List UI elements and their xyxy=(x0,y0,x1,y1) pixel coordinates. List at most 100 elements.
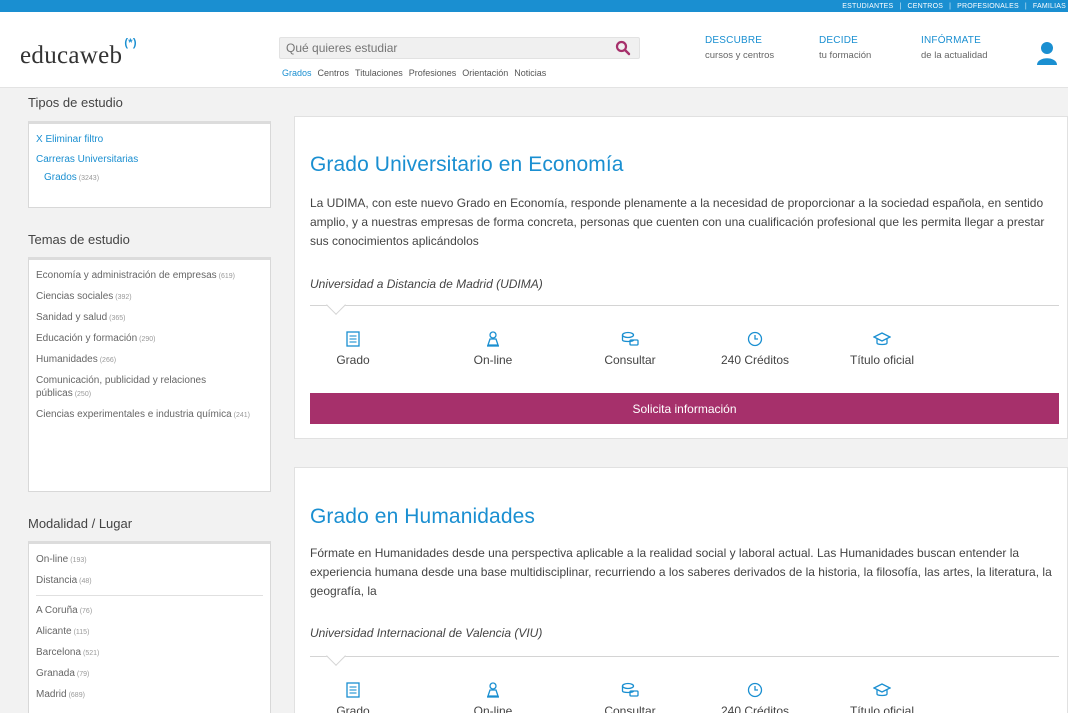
person-icon xyxy=(438,331,548,347)
search-icon[interactable] xyxy=(615,40,631,56)
document-icon xyxy=(298,331,408,347)
search-box xyxy=(279,37,640,59)
filter-count: (3243) xyxy=(78,175,100,182)
filter-count: (48) xyxy=(79,578,92,585)
result-institution: Universidad a Distancia de Madrid (UDIMA… xyxy=(310,277,543,291)
clock-icon xyxy=(700,331,810,347)
result-card: Grado en Humanidades Fórmate en Humanida… xyxy=(294,467,1068,713)
filter-lugar-barcelona[interactable]: Barcelona (521) xyxy=(36,646,263,660)
filter-count: (619) xyxy=(218,273,235,280)
clock-icon xyxy=(700,682,810,698)
filter-label: Comunicación, publicidad y relaciones pú… xyxy=(36,375,207,399)
filter-tema-humanidades[interactable]: Humanidades (266) xyxy=(36,353,263,367)
feature-credits: 240 Créditos xyxy=(700,682,810,713)
separator: | xyxy=(1024,2,1027,10)
filter-count: (193) xyxy=(70,557,87,564)
feature-label: On-line xyxy=(473,704,513,713)
divider-notch xyxy=(326,295,346,315)
tab-grados[interactable]: Grados xyxy=(282,68,312,78)
divider xyxy=(36,595,263,596)
feature-type: Grado xyxy=(298,331,408,367)
filter-box-temas: Economía y administración de empresas (61… xyxy=(28,257,271,492)
nav-subtitle: tu formación xyxy=(819,50,872,61)
filter-count: (521) xyxy=(83,650,100,657)
feature-label: On-line xyxy=(473,353,513,367)
filter-count: (392) xyxy=(115,294,132,301)
result-card: Grado Universitario en Economía La UDIMA… xyxy=(294,116,1068,439)
filter-label: Granada xyxy=(36,668,75,679)
filter-tema-sanidad[interactable]: Sanidad y salud (365) xyxy=(36,311,263,325)
divider xyxy=(310,305,1059,306)
nav-decide[interactable]: DECIDE tu formación xyxy=(819,35,871,61)
filter-label: Economía y administración de empresas xyxy=(36,270,217,281)
tab-noticias[interactable]: Noticias xyxy=(514,68,546,78)
feature-official: Título oficial xyxy=(827,682,937,713)
filter-count: (250) xyxy=(74,391,92,398)
nav-descubre[interactable]: DESCUBRE cursos y centros xyxy=(705,35,774,61)
filter-lugar-alicante[interactable]: Alicante (115) xyxy=(36,625,263,639)
filter-count: (266) xyxy=(99,357,117,364)
tab-orientacion[interactable]: Orientación xyxy=(462,68,508,78)
tab-profesiones[interactable]: Profesiones xyxy=(409,68,457,78)
top-link-professionals[interactable]: PROFESIONALES xyxy=(957,3,1019,10)
filter-tema-comunicacion[interactable]: Comunicación, publicidad y relaciones pú… xyxy=(36,374,263,401)
filter-lugar-madrid[interactable]: Madrid (689) xyxy=(36,688,263,702)
result-title[interactable]: Grado Universitario en Economía xyxy=(310,153,624,177)
user-icon[interactable] xyxy=(1036,41,1058,65)
result-description: La UDIMA, con este nuevo Grado en Econom… xyxy=(310,196,1045,248)
graduation-cap-icon xyxy=(827,682,937,698)
divider-notch xyxy=(326,646,346,666)
filter-count: (365) xyxy=(109,315,126,322)
filter-modo-distancia[interactable]: Distancia (48) xyxy=(36,574,263,588)
filter-grados[interactable]: Grados (3243) xyxy=(36,171,263,185)
filter-tema-ciencias-sociales[interactable]: Ciencias sociales (392) xyxy=(36,290,263,304)
filter-label: Alicante xyxy=(36,626,72,637)
top-link-centers[interactable]: CENTROS xyxy=(907,3,943,10)
nav-informate[interactable]: INFÓRMATE de la actualidad xyxy=(921,35,988,61)
feature-label: Título oficial xyxy=(849,353,915,367)
feature-mode: On-line xyxy=(438,331,548,367)
filter-box-tipos: X Eliminar filtro Carreras Universitaria… xyxy=(28,121,271,208)
filter-lugar-granada[interactable]: Granada (79) xyxy=(36,667,263,681)
top-link-students[interactable]: ESTUDIANTES xyxy=(842,3,893,10)
filter-carreras-universitarias[interactable]: Carreras Universitarias xyxy=(36,153,263,166)
nav-title: INFÓRMATE xyxy=(921,35,981,46)
feature-type: Grado xyxy=(298,682,408,713)
filter-label: Educación y formación xyxy=(36,333,138,344)
top-link-families[interactable]: FAMILIAS xyxy=(1033,3,1066,10)
document-icon xyxy=(298,682,408,698)
feature-label: Grado xyxy=(336,704,370,713)
separator: | xyxy=(949,2,952,10)
filter-tema-educacion[interactable]: Educación y formación (290) xyxy=(36,332,263,346)
filter-lugar-a-coruna[interactable]: A Coruña (76) xyxy=(36,604,263,618)
search-tabs: Grados Centros Titulaciones Profesiones … xyxy=(282,68,546,78)
filter-label: A Coruña xyxy=(36,605,78,616)
filter-modo-online[interactable]: On-line (193) xyxy=(36,553,263,567)
result-features: Grado On-line Consultar 240 Créditos Tít… xyxy=(310,331,990,371)
result-title[interactable]: Grado en Humanidades xyxy=(310,505,535,529)
filter-label: Barcelona xyxy=(36,647,82,658)
filter-title-tipos: Tipos de estudio xyxy=(28,95,123,110)
filter-label: Humanidades xyxy=(36,354,98,365)
feature-label: Grado xyxy=(336,353,370,367)
nav-subtitle: cursos y centros xyxy=(705,50,775,61)
result-features: Grado On-line Consultar 240 Créditos Tít… xyxy=(310,682,990,713)
feature-mode: On-line xyxy=(438,682,548,713)
request-info-button[interactable]: Solicita información xyxy=(310,393,1059,424)
result-description: Fórmate en Humanidades desde una perspec… xyxy=(310,546,1052,598)
filter-tema-ciencias-experimentales[interactable]: Ciencias experimentales e industria quím… xyxy=(36,408,263,422)
filter-count: (290) xyxy=(139,336,156,343)
clear-filter-link[interactable]: X Eliminar filtro xyxy=(36,133,263,146)
nav-title: DECIDE xyxy=(819,35,858,46)
feature-label: 240 Créditos xyxy=(720,353,790,367)
audience-links: ESTUDIANTES | CENTROS | PROFESIONALES | … xyxy=(842,0,1068,12)
divider xyxy=(310,656,1059,657)
tab-centros[interactable]: Centros xyxy=(318,68,350,78)
filter-tema-economia[interactable]: Economía y administración de empresas (61… xyxy=(36,269,263,283)
feature-label: 240 Créditos xyxy=(720,704,790,713)
tab-titulaciones[interactable]: Titulaciones xyxy=(355,68,403,78)
site-logo[interactable]: educaweb (*) xyxy=(20,37,137,70)
filter-title-modalidad: Modalidad / Lugar xyxy=(28,516,133,531)
filter-count: (241) xyxy=(233,412,250,419)
search-input[interactable] xyxy=(286,41,606,55)
